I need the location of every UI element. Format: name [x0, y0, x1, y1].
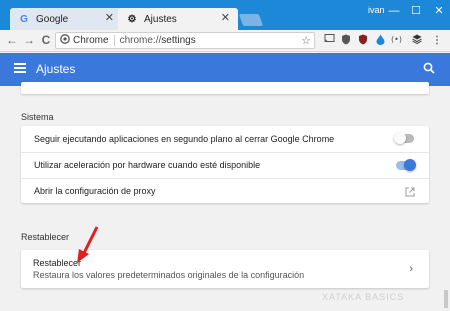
menu-dots-icon[interactable]: ⋮ [430, 34, 444, 48]
annotation-arrow-icon [77, 226, 99, 263]
background-apps-toggle[interactable] [394, 132, 414, 144]
reload-button[interactable]: C [39, 33, 53, 47]
url-text: chrome://settings [119, 35, 196, 46]
setting-label: Seguir ejecutando aplicaciones en segund… [34, 133, 335, 144]
cast-media-icon[interactable]: (•) [390, 34, 404, 48]
site-label: Chrome [73, 35, 109, 46]
search-icon[interactable] [423, 61, 437, 75]
chrome-site-icon [60, 34, 70, 47]
maximize-button[interactable]: ☐ [405, 2, 427, 20]
sistema-card: Seguir ejecutando aplicaciones en segund… [21, 126, 429, 203]
proxy-settings-row[interactable]: Abrir la configuración de proxy [21, 178, 429, 203]
reset-subtitle: Restaura los valores predeterminados ori… [33, 270, 305, 280]
section-title-restablecer: Restablecer [21, 232, 70, 242]
hamburger-menu-icon[interactable] [14, 63, 26, 73]
page-title: Ajustes [36, 62, 76, 76]
close-window-button[interactable]: ✕ [428, 2, 450, 20]
tab-ajustes[interactable]: ⚙ Ajustes ✕ [118, 8, 238, 30]
back-button[interactable]: ← [5, 33, 19, 47]
drop-icon[interactable] [373, 34, 387, 48]
close-tab-icon[interactable]: ✕ [105, 11, 114, 24]
watermark: XATAKA BASICS [322, 292, 405, 302]
previous-section-card [21, 82, 429, 94]
google-favicon-icon: G [20, 13, 28, 25]
open-external-icon[interactable] [405, 187, 415, 197]
shield-icon[interactable] [339, 34, 353, 48]
setting-label: Utilizar aceleración por hardware cuando… [34, 160, 261, 170]
minimize-button[interactable]: — [383, 2, 405, 20]
address-bar[interactable]: Chrome chrome://settings ☆ [55, 32, 315, 49]
reset-title: Restablecer [33, 258, 82, 268]
hardware-acceleration-toggle[interactable] [396, 159, 416, 171]
gear-icon: ⚙ [127, 13, 137, 25]
ublock-icon[interactable] [356, 34, 370, 48]
browser-toolbar: ← → C Chrome chrome://settings ☆ (•) ⋮ [0, 30, 450, 52]
tab-google[interactable]: G Google ✕ [10, 8, 122, 30]
omnibox-divider [113, 35, 115, 46]
layers-icon[interactable] [410, 34, 424, 48]
svg-text:(•): (•) [391, 35, 402, 43]
setting-label: Abrir la configuración de proxy [34, 186, 156, 196]
new-tab-button[interactable] [238, 14, 264, 26]
tab-label: Google [36, 13, 69, 25]
chevron-right-icon: › [409, 263, 413, 275]
tab-label: Ajustes [144, 13, 177, 25]
forward-button[interactable]: → [22, 33, 36, 47]
scrollbar-thumb[interactable] [444, 290, 448, 308]
section-title-sistema: Sistema [21, 112, 54, 122]
cast-icon[interactable] [322, 34, 336, 48]
background-apps-row[interactable]: Seguir ejecutando aplicaciones en segund… [21, 126, 429, 151]
close-tab-icon[interactable]: ✕ [221, 11, 230, 24]
hardware-acceleration-row[interactable]: Utilizar aceleración por hardware cuando… [21, 152, 429, 177]
settings-content: Sistema Seguir ejecutando aplicaciones e… [0, 82, 450, 311]
bookmark-star-icon[interactable]: ☆ [301, 34, 311, 47]
window-titlebar: G Google ✕ ⚙ Ajustes ✕ ivan — ☐ ✕ [0, 0, 450, 30]
